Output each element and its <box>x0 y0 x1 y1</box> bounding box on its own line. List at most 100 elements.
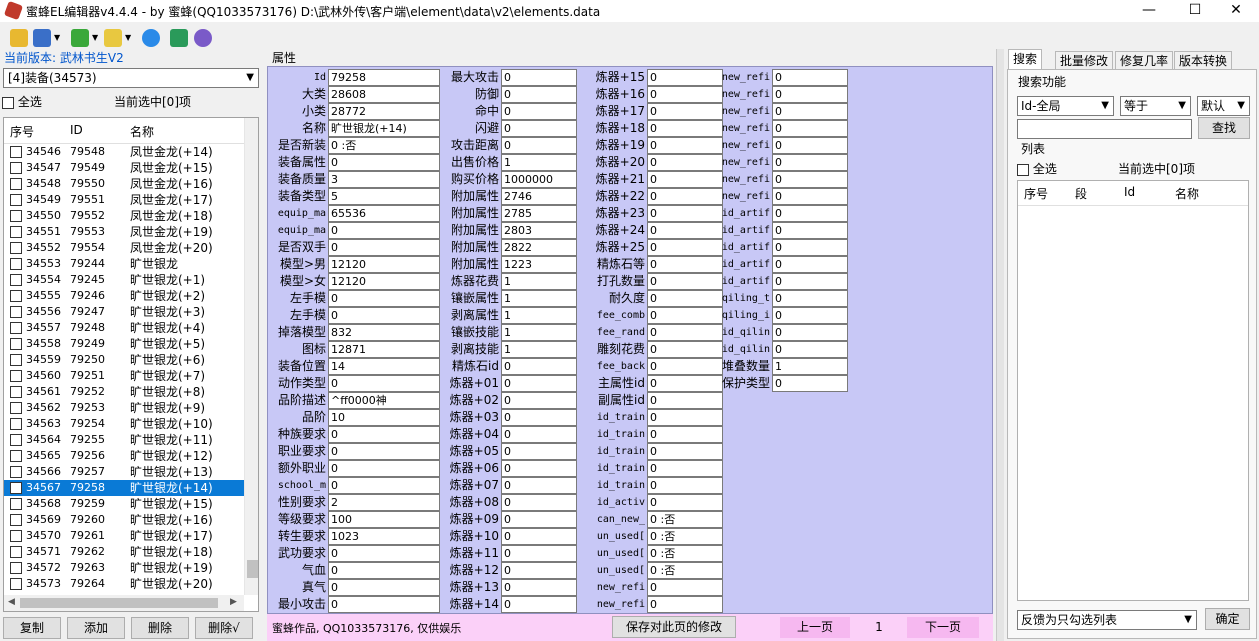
save-icon[interactable] <box>33 29 51 47</box>
maximize-button[interactable]: ☐ <box>1172 0 1218 22</box>
field-value-input[interactable]: 832 <box>328 324 440 341</box>
field-value-input[interactable]: 0 <box>501 562 577 579</box>
field-value-input[interactable]: 0 <box>501 528 577 545</box>
field-value-input[interactable]: 0 <box>772 239 848 256</box>
field-value-input[interactable]: 14 <box>328 358 440 375</box>
table-row[interactable]: 34557 79248 旷世银龙(+4) <box>4 320 244 336</box>
vertical-scrollbar[interactable] <box>244 118 258 595</box>
field-value-input[interactable]: 0 <box>772 69 848 86</box>
field-value-input[interactable]: 0 <box>772 341 848 358</box>
feedback-select[interactable]: 反馈为只勾选列表 ▼ <box>1017 610 1197 630</box>
table-row[interactable]: 34548 79550 凤世金龙(+16) <box>4 176 244 192</box>
table-row[interactable]: 34555 79246 旷世银龙(+2) <box>4 288 244 304</box>
field-value-input[interactable]: 0 <box>772 205 848 222</box>
field-value-input[interactable]: 1 <box>501 154 577 171</box>
table-row[interactable]: 34550 79552 凤世金龙(+18) <box>4 208 244 224</box>
field-value-input[interactable]: 0 <box>772 188 848 205</box>
result-col-name[interactable]: 名称 <box>1175 185 1199 202</box>
field-value-input[interactable]: 79258 <box>328 69 440 86</box>
field-value-input[interactable]: 1 <box>501 341 577 358</box>
field-value-input[interactable]: 0 <box>772 290 848 307</box>
field-value-input[interactable]: 0 <box>501 120 577 137</box>
import-dropdown-icon[interactable]: ▼ <box>125 33 131 42</box>
scroll-right-icon[interactable]: ▶ <box>230 597 237 607</box>
table-row[interactable]: 34561 79252 旷世银龙(+8) <box>4 384 244 400</box>
row-checkbox[interactable] <box>10 450 22 462</box>
field-value-input[interactable]: 2746 <box>501 188 577 205</box>
field-value-input[interactable]: 0 <box>501 137 577 154</box>
horizontal-scrollbar[interactable]: ◀ ▶ <box>4 595 244 611</box>
right-select-all-checkbox[interactable] <box>1017 163 1029 176</box>
row-checkbox[interactable] <box>10 466 22 478</box>
field-value-input[interactable]: 1 <box>772 358 848 375</box>
field-value-input[interactable]: 0 <box>501 375 577 392</box>
export-icon[interactable] <box>71 29 89 47</box>
scroll-left-icon[interactable]: ◀ <box>8 597 15 607</box>
search-input[interactable] <box>1017 119 1192 139</box>
search-op-select[interactable]: 等于 ▼ <box>1120 96 1191 116</box>
field-value-input[interactable]: 0 <box>501 477 577 494</box>
category-select[interactable]: [4]装备(34573) ▼ <box>3 68 259 88</box>
result-list[interactable]: 序号 段 Id 名称 <box>1017 180 1249 601</box>
check-icon[interactable] <box>142 29 160 47</box>
tab-fix-rate[interactable]: 修复几率 <box>1115 51 1174 70</box>
field-value-input[interactable]: 100 <box>328 511 440 528</box>
table-row[interactable]: 34564 79255 旷世银龙(+11) <box>4 432 244 448</box>
field-value-input[interactable]: 12120 <box>328 256 440 273</box>
field-value-input[interactable]: 0 <box>328 307 440 324</box>
select-all-checkbox[interactable] <box>2 96 14 109</box>
open-folder-icon[interactable] <box>10 29 28 47</box>
table-row[interactable]: 34560 79251 旷世银龙(+7) <box>4 368 244 384</box>
field-value-input[interactable]: 0 <box>647 409 723 426</box>
confirm-button[interactable]: 确定 <box>1205 608 1250 630</box>
table-row[interactable]: 34568 79259 旷世银龙(+15) <box>4 496 244 512</box>
field-value-input[interactable]: 0 <box>647 69 723 86</box>
field-value-input[interactable]: 0 <box>501 103 577 120</box>
add-button[interactable]: 添加 <box>67 617 125 639</box>
field-value-input[interactable]: 2803 <box>501 222 577 239</box>
search-mode-select[interactable]: 默认 ▼ <box>1197 96 1250 116</box>
field-value-input[interactable]: 2822 <box>501 239 577 256</box>
field-value-input[interactable]: 0 <box>328 579 440 596</box>
table-row[interactable]: 34565 79256 旷世银龙(+12) <box>4 448 244 464</box>
field-value-input[interactable]: 0 <box>328 154 440 171</box>
field-value-input[interactable]: 0 <box>772 103 848 120</box>
table-row[interactable]: 34567 79258 旷世银龙(+14) <box>4 480 244 496</box>
row-checkbox[interactable] <box>10 306 22 318</box>
field-value-input[interactable]: 0 <box>501 426 577 443</box>
col-id-header[interactable]: ID <box>70 123 83 137</box>
field-value-input[interactable]: 0 :否 <box>328 137 440 154</box>
field-value-input[interactable]: 0 <box>501 596 577 613</box>
row-checkbox[interactable] <box>10 370 22 382</box>
field-value-input[interactable]: 1 <box>501 290 577 307</box>
field-value-input[interactable]: 0 <box>772 137 848 154</box>
field-value-input[interactable]: 0 <box>501 69 577 86</box>
row-checkbox[interactable] <box>10 562 22 574</box>
field-value-input[interactable]: 旷世银龙(+14) <box>328 120 440 137</box>
field-value-input[interactable]: 0 :否 <box>647 511 723 528</box>
result-col-segment[interactable]: 段 <box>1075 185 1087 202</box>
field-value-input[interactable]: 0 <box>647 86 723 103</box>
field-value-input[interactable]: 0 <box>647 460 723 477</box>
field-value-input[interactable]: 65536 <box>328 205 440 222</box>
field-value-input[interactable]: 0 <box>772 307 848 324</box>
table-row[interactable]: 34573 79264 旷世银龙(+20) <box>4 576 244 592</box>
hscroll-thumb[interactable] <box>20 598 218 608</box>
col-index-header[interactable]: 序号 <box>10 123 34 140</box>
field-value-input[interactable]: 0 <box>647 103 723 120</box>
field-value-input[interactable]: 0 <box>647 137 723 154</box>
field-value-input[interactable]: 1023 <box>328 528 440 545</box>
field-value-input[interactable]: 0 <box>501 494 577 511</box>
field-value-input[interactable]: 28772 <box>328 103 440 120</box>
close-button[interactable]: ✕ <box>1213 0 1259 22</box>
row-checkbox[interactable] <box>10 274 22 286</box>
field-value-input[interactable]: 0 <box>501 409 577 426</box>
field-value-input[interactable]: 0 :否 <box>647 545 723 562</box>
row-checkbox[interactable] <box>10 178 22 190</box>
field-value-input[interactable]: 1 <box>501 307 577 324</box>
field-value-input[interactable]: 0 <box>647 171 723 188</box>
prev-page-button[interactable]: 上一页 <box>780 617 850 638</box>
field-value-input[interactable]: 0 <box>328 443 440 460</box>
row-checkbox[interactable] <box>10 322 22 334</box>
field-value-input[interactable]: 1 <box>501 324 577 341</box>
